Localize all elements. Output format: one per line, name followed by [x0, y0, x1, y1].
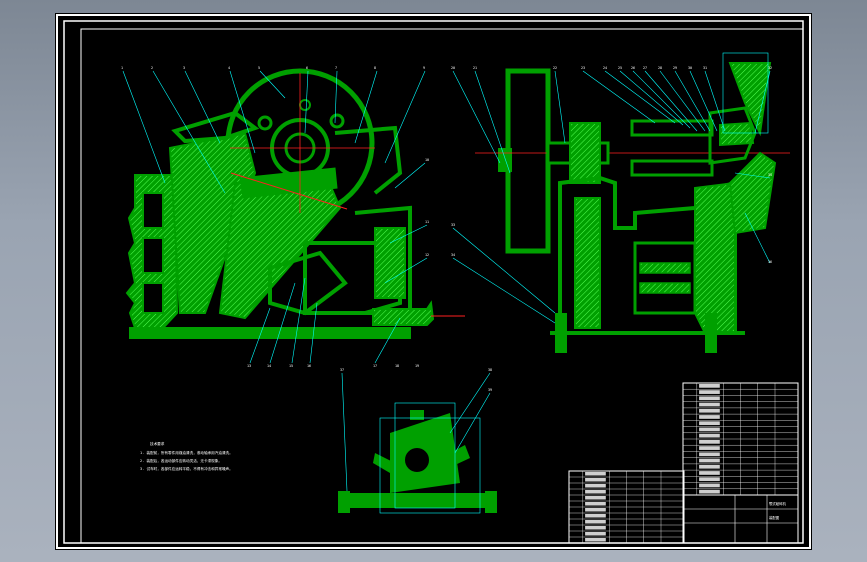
- moving-jaw: [218, 171, 342, 320]
- part-label: 25: [618, 66, 622, 70]
- part-label: 30: [688, 66, 692, 70]
- side-view: 20 21 22 23 24 25 26 27 28 29 30 31 32 33 34 35 36 37 38 39: [340, 52, 790, 392]
- part-label: 32: [768, 66, 772, 70]
- part-label: 20: [451, 66, 455, 70]
- bearing-seat-view: [338, 372, 497, 514]
- part-label: 17: [373, 364, 377, 368]
- part-label: 4: [228, 66, 230, 70]
- notes-line-1: 1. 装配前，所有零件用煤油清洗，滚动轴承用汽油清洗。: [140, 450, 233, 455]
- part-label: 21: [473, 66, 477, 70]
- cad-viewport[interactable]: 1 2 3 4 5 6 7 8 9 10 11 12 13 14 15 16 17 18 19: [55, 13, 812, 550]
- part-label: 19: [415, 364, 419, 368]
- part-label: 7: [335, 66, 337, 70]
- title-block-title: 颚式破碎机: [769, 501, 787, 506]
- parts-list-upper: [682, 382, 799, 496]
- front-view: 1 2 3 4 5 6 7 8 910111213 14 15 16 17 18 19: [121, 66, 465, 368]
- parts-list-lower: [568, 470, 685, 544]
- part-label: 3: [183, 66, 185, 70]
- part-label: 33: [451, 223, 455, 227]
- part-label: 22: [553, 66, 557, 70]
- notes-line-3: 3. 试车时，各部件应运转平稳，不得有冲击和异常噪声。: [140, 466, 233, 471]
- bearing-base: [340, 493, 495, 508]
- part-label: 10: [425, 158, 429, 162]
- part-label: 14: [267, 364, 271, 368]
- part-label: 18: [395, 364, 399, 368]
- part-label: 12: [425, 253, 429, 257]
- title-block-drawing-no: 装配图: [769, 515, 780, 520]
- part-label: 27: [643, 66, 647, 70]
- part-label: 11: [425, 220, 429, 224]
- part-label: 31: [703, 66, 707, 70]
- part-label: 5: [258, 66, 260, 70]
- notes-heading: 技术要求: [150, 441, 165, 446]
- pulley-hub-section: [728, 151, 777, 235]
- part-label: 36: [768, 260, 772, 264]
- part-label: 23: [581, 66, 585, 70]
- part-label: 37: [340, 368, 344, 372]
- part-label: 34: [451, 253, 455, 257]
- part-label: 38: [488, 368, 492, 372]
- part-label: 28: [658, 66, 662, 70]
- part-label: 6: [306, 66, 308, 70]
- crusher-base: [129, 327, 411, 339]
- part-label: 13: [247, 364, 251, 368]
- notes-line-2: 2. 装配后，各运动部件应转动灵活，无卡滞现象。: [140, 458, 222, 463]
- part-label: 39: [488, 388, 492, 392]
- part-label: 16: [307, 364, 311, 368]
- part-label: 2: [151, 66, 153, 70]
- part-label: 15: [289, 364, 293, 368]
- part-label: 26: [631, 66, 635, 70]
- part-label: 24: [603, 66, 607, 70]
- part-label: 29: [673, 66, 677, 70]
- part-label: 9: [423, 66, 425, 70]
- part-label: 1: [121, 66, 123, 70]
- flywheel-side: [505, 68, 551, 254]
- part-label: 35: [768, 173, 772, 177]
- technical-requirements: 技术要求 1. 装配前，所有零件用煤油清洗，滚动轴承用汽油清洗。 2. 装配后，…: [140, 441, 233, 471]
- title-block: 颚式破碎机 装配图: [682, 494, 799, 544]
- part-label: 8: [374, 66, 376, 70]
- assembly-drawing-sheet: 1 2 3 4 5 6 7 8 910111213 14 15 16 17 18 19: [56, 14, 811, 549]
